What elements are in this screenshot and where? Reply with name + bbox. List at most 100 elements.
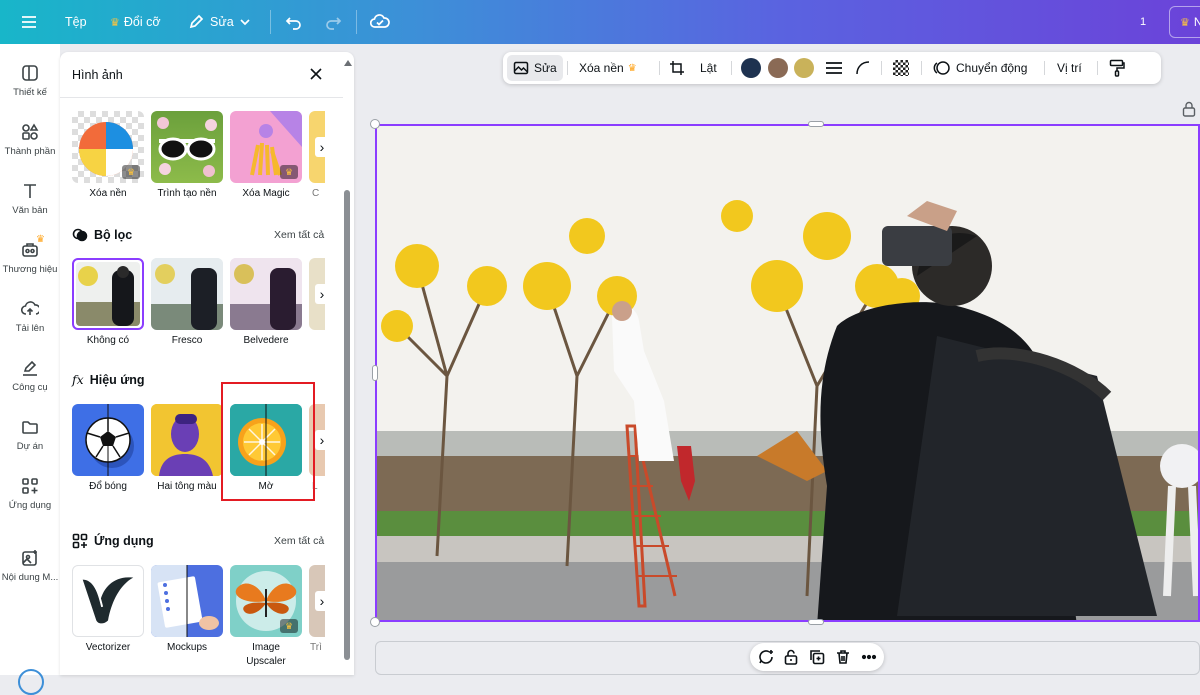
- filters-see-all[interactable]: Xem tất cả: [274, 229, 324, 241]
- filters-next-arrow[interactable]: ›: [314, 258, 330, 330]
- resize-handle[interactable]: [808, 121, 824, 127]
- rail-item-design[interactable]: Thiết kế: [0, 64, 60, 98]
- tool-bg-generator-thumb[interactable]: [151, 111, 223, 183]
- crown-icon: ♛: [36, 234, 45, 245]
- image-context-toolbar: Sửa Xóa nền ♛ Lật Chuyển động Vị trí: [503, 52, 1161, 84]
- page-count: 1: [1140, 16, 1147, 28]
- rail-item-brand[interactable]: ♛ Thương hiệu: [0, 234, 60, 275]
- sunglasses-image: [157, 117, 217, 177]
- upload-cloud-icon: [21, 301, 39, 315]
- panel-scrollbar-thumb[interactable]: [344, 190, 350, 660]
- resize-handle[interactable]: [370, 119, 380, 129]
- resize-handle[interactable]: [370, 617, 380, 627]
- premium-crown-icon: ♛: [122, 165, 140, 179]
- apps-see-all[interactable]: Xem tất cả: [274, 535, 324, 547]
- lock-icon[interactable]: [783, 649, 799, 665]
- image-edit-icon: [513, 61, 529, 75]
- rail-item-projects[interactable]: Dự án: [0, 418, 60, 452]
- app-label: Trì: [310, 642, 322, 653]
- filter-label: Không có: [86, 335, 130, 346]
- resize-button[interactable]: ♛ Đổi cỡ: [110, 0, 161, 44]
- divider: [731, 61, 732, 75]
- animate-icon: [933, 61, 950, 75]
- corner-rounding-button[interactable]: [855, 52, 871, 84]
- resize-handle[interactable]: [372, 365, 378, 381]
- animate-button[interactable]: Chuyển động: [933, 52, 1027, 84]
- transparency-button[interactable]: [893, 52, 909, 84]
- redo-icon: [326, 17, 342, 30]
- apps-next-arrow[interactable]: ›: [314, 565, 330, 637]
- filter-belvedere-thumb[interactable]: [230, 258, 302, 330]
- fx-icon: fx: [72, 372, 84, 387]
- divider: [270, 10, 271, 34]
- vectorizer-logo: [82, 577, 134, 624]
- remove-bg-button[interactable]: Xóa nền ♛: [579, 52, 637, 84]
- flip-button[interactable]: Lật: [700, 52, 717, 84]
- position-button[interactable]: Vị trí: [1057, 52, 1082, 84]
- crop-button[interactable]: [669, 52, 685, 84]
- tools-next-arrow[interactable]: ›: [314, 111, 330, 183]
- undo-button[interactable]: [285, 0, 303, 44]
- more-icon[interactable]: [861, 649, 877, 665]
- rail-item-apps[interactable]: Ứng dụng: [0, 477, 60, 511]
- app-mockups-thumb[interactable]: [151, 565, 223, 637]
- trash-icon[interactable]: [835, 649, 851, 665]
- divider: [1097, 61, 1098, 75]
- chevron-right-icon: ›: [315, 430, 329, 450]
- close-icon[interactable]: [308, 66, 324, 82]
- crown-icon: ♛: [627, 62, 637, 74]
- copy-style-button[interactable]: [1109, 52, 1125, 84]
- cloud-save-button[interactable]: [370, 0, 390, 44]
- filter-fresco-thumb[interactable]: [151, 258, 223, 330]
- comment-add-icon[interactable]: [758, 649, 774, 665]
- design-canvas[interactable]: [375, 124, 1200, 622]
- lock-icon[interactable]: [1182, 101, 1196, 117]
- app-upscaler-thumb[interactable]: ♛: [230, 565, 302, 637]
- effect-shadow-thumb[interactable]: [72, 404, 144, 476]
- layout-icon: [22, 65, 38, 81]
- divider: [659, 61, 660, 75]
- cloud-check-icon: [370, 14, 390, 28]
- premium-crown-icon: ♛: [280, 619, 298, 633]
- file-menu[interactable]: Tệp: [65, 0, 87, 44]
- divider: [881, 61, 882, 75]
- redo-button[interactable]: [324, 0, 342, 44]
- resize-handle[interactable]: [808, 619, 824, 625]
- transparency-icon: [893, 60, 909, 76]
- border-style-button[interactable]: [825, 52, 843, 84]
- floating-actions: [750, 643, 884, 671]
- color-swatch[interactable]: [768, 58, 788, 78]
- rail-item-text[interactable]: Văn bản: [0, 182, 60, 216]
- tool-label: C: [312, 188, 320, 199]
- help-button[interactable]: [18, 669, 44, 695]
- rail-item-magic-media[interactable]: Nội dung M...: [0, 549, 60, 583]
- menu-icon[interactable]: [20, 0, 38, 44]
- edit-menu[interactable]: Sửa: [188, 0, 250, 44]
- panel-title: Hình ảnh: [72, 68, 123, 82]
- effect-label: Hai tông màu: [157, 481, 217, 492]
- effects-next-arrow[interactable]: ›: [314, 404, 330, 476]
- upgrade-button[interactable]: ♛ N: [1169, 6, 1200, 38]
- chevron-right-icon: ›: [315, 137, 329, 157]
- rail-item-tools[interactable]: Công cụ: [0, 359, 60, 393]
- rail-item-uploads[interactable]: Tải lên: [0, 300, 60, 334]
- filter-label: Fresco: [171, 335, 203, 346]
- scroll-up-arrow[interactable]: [344, 60, 352, 66]
- paint-roller-icon: [1109, 59, 1125, 77]
- apps-icon: [72, 533, 88, 549]
- effect-duotone-thumb[interactable]: [151, 404, 223, 476]
- notebook-image: [151, 565, 219, 637]
- divider: [1044, 61, 1045, 75]
- rail-item-elements[interactable]: Thành phần: [0, 123, 60, 157]
- tool-remove-bg-thumb[interactable]: ♛: [72, 111, 144, 183]
- color-swatch[interactable]: [741, 58, 761, 78]
- tool-label: Trình tạo nền: [157, 188, 217, 199]
- app-vectorizer-thumb[interactable]: [72, 565, 144, 637]
- tool-magic-erase-thumb[interactable]: ♛: [230, 111, 302, 183]
- filter-none-thumb[interactable]: [72, 258, 144, 330]
- duplicate-icon[interactable]: [809, 649, 825, 665]
- pencil-icon: [189, 14, 204, 29]
- crop-icon: [670, 61, 684, 75]
- color-swatch[interactable]: [794, 58, 814, 78]
- edit-image-button[interactable]: Sửa: [507, 55, 563, 81]
